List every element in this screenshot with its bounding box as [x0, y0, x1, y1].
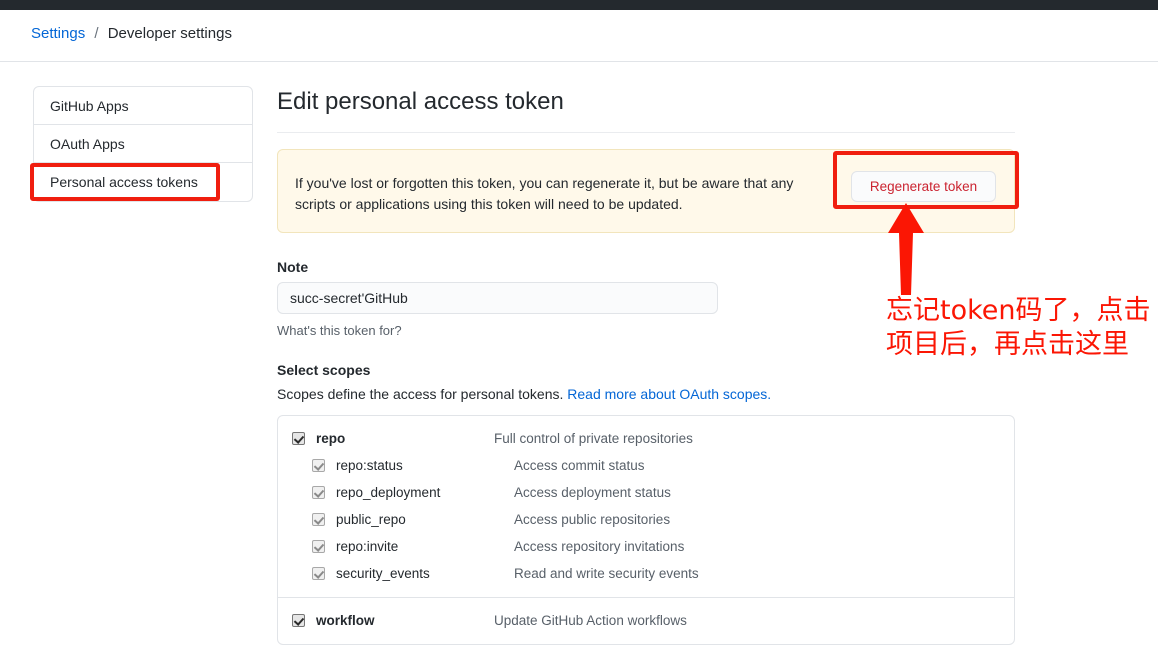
note-input[interactable] [277, 282, 718, 314]
scope-desc-security-events: Read and write security events [514, 566, 699, 581]
select-scopes-title: Select scopes [277, 362, 371, 378]
scopes-description-text: Scopes define the access for personal to… [277, 386, 568, 402]
checkbox-repo-invite-icon[interactable] [312, 540, 325, 553]
sidebar-item-personal-access-tokens[interactable]: Personal access tokens [34, 163, 252, 201]
scope-name-workflow: workflow [316, 613, 375, 628]
warning-message: If you've lost or forgotten this token, … [295, 175, 794, 212]
scope-row-repo-deployment[interactable]: repo_deployment Access deployment status [278, 479, 1014, 506]
checkbox-security-events-icon[interactable] [312, 567, 325, 580]
page-title: Edit personal access token [277, 86, 1015, 133]
developer-settings-sidebar: GitHub Apps OAuth Apps Personal access t… [33, 86, 253, 202]
scope-group-workflow: workflow Update GitHub Action workflows [278, 598, 1014, 644]
scope-name-repo-deployment: repo_deployment [336, 485, 441, 500]
scope-row-security-events[interactable]: security_events Read and write security … [278, 560, 1014, 587]
oauth-scopes-link[interactable]: Read more about OAuth scopes. [567, 386, 771, 402]
scope-name-public-repo: public_repo [336, 512, 406, 527]
sidebar-item-github-apps[interactable]: GitHub Apps [34, 87, 252, 125]
scope-name-repo: repo [316, 431, 346, 446]
scope-desc-repo: Full control of private repositories [494, 431, 693, 446]
breadcrumb-settings-link[interactable]: Settings [31, 25, 85, 42]
checkbox-repo-status-icon[interactable] [312, 459, 325, 472]
scope-name-security-events: security_events [336, 566, 430, 581]
checkbox-repo-icon[interactable] [292, 432, 305, 445]
scope-group-repo: repo Full control of private repositorie… [278, 416, 1014, 598]
scope-desc-public-repo: Access public repositories [514, 512, 671, 527]
scope-desc-workflow: Update GitHub Action workflows [494, 613, 687, 628]
scope-name-repo-invite: repo:invite [336, 539, 399, 554]
checkbox-public-repo-icon[interactable] [312, 513, 325, 526]
breadcrumb-current: Developer settings [107, 25, 232, 42]
scope-row-repo[interactable]: repo Full control of private repositorie… [278, 425, 1014, 452]
breadcrumb-separator: / [94, 25, 99, 42]
scope-row-repo-invite[interactable]: repo:invite Access repository invitation… [278, 533, 1014, 560]
scope-desc-repo-status: Access commit status [514, 458, 645, 473]
scope-row-workflow[interactable]: workflow Update GitHub Action workflows [278, 607, 1014, 634]
regenerate-token-button[interactable]: Regenerate token [851, 171, 996, 202]
scope-row-public-repo[interactable]: public_repo Access public repositories [278, 506, 1014, 533]
main-content: Edit personal access token If you've los… [277, 86, 1015, 645]
select-scopes-description: Scopes define the access for personal to… [277, 386, 1015, 402]
page-header: Settings / Developer settings [0, 10, 1158, 62]
breadcrumb: Settings / Developer settings [31, 24, 232, 44]
note-label: Note [277, 259, 309, 275]
sidebar-item-oauth-apps[interactable]: OAuth Apps [34, 125, 252, 163]
regenerate-warning-banner: If you've lost or forgotten this token, … [277, 149, 1015, 233]
scope-row-repo-status[interactable]: repo:status Access commit status [278, 452, 1014, 479]
checkbox-workflow-icon[interactable] [292, 614, 305, 627]
note-hint: What's this token for? [277, 323, 402, 338]
top-dark-bar [0, 0, 1158, 10]
scope-desc-repo-invite: Access repository invitations [514, 539, 685, 554]
checkbox-repo-deployment-icon[interactable] [312, 486, 325, 499]
scopes-panel: repo Full control of private repositorie… [277, 415, 1015, 645]
scope-name-repo-status: repo:status [336, 458, 403, 473]
scope-desc-repo-deployment: Access deployment status [514, 485, 671, 500]
